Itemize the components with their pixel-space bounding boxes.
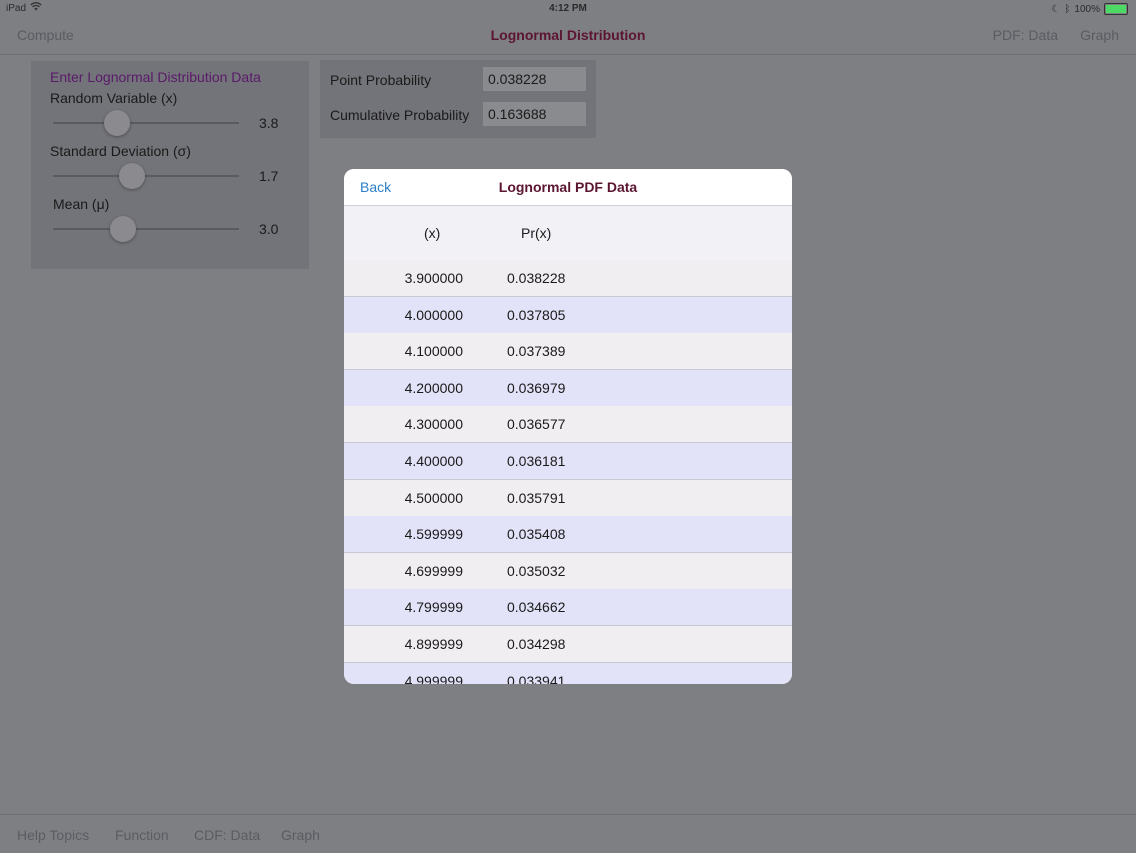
modal-title: Lognormal PDF Data <box>498 179 638 195</box>
cell-x: 4.999999 <box>404 672 463 684</box>
tab-help-topics[interactable]: Help Topics <box>17 827 89 843</box>
tab-function[interactable]: Function <box>115 827 169 843</box>
cell-probability: 0.037805 <box>507 306 566 323</box>
mean-label: Mean (μ) <box>53 196 110 212</box>
cell-x: 4.400000 <box>404 453 463 469</box>
cell-probability: 0.037389 <box>507 343 566 360</box>
standard-deviation-slider-thumb[interactable] <box>119 163 145 189</box>
cell-probability: 0.036577 <box>507 416 566 433</box>
cell-x: 3.900000 <box>404 270 463 286</box>
moon-icon: ☾ <box>1051 3 1061 15</box>
tab-graph[interactable]: Graph <box>281 827 320 843</box>
cell-x: 4.100000 <box>404 343 463 360</box>
cell-probability: 0.035408 <box>507 526 566 543</box>
table-row[interactable]: 3.900000 0.038228 <box>344 260 792 297</box>
page-title: Lognormal Distribution <box>490 27 646 43</box>
point-probability-field[interactable]: 0.038228 <box>483 67 586 91</box>
status-bar: iPad 4:12 PM ☾ ᛒ 100% <box>0 0 1136 18</box>
cumulative-probability-label: Cumulative Probability <box>330 107 470 123</box>
table-row[interactable]: 4.699999 0.035032 <box>344 552 792 590</box>
random-variable-value: 3.8 <box>259 115 279 131</box>
cell-x: 4.899999 <box>404 636 463 652</box>
table-row[interactable]: 4.400000 0.036181 <box>344 443 792 480</box>
bluetooth-icon: ᛒ <box>1064 3 1071 15</box>
status-time: 4:12 PM <box>549 3 587 14</box>
cell-probability: 0.036979 <box>507 379 566 396</box>
standard-deviation-value: 1.7 <box>259 168 279 184</box>
table-row[interactable]: 4.500000 0.035791 <box>344 479 792 517</box>
random-variable-slider-thumb[interactable] <box>104 110 130 136</box>
column-header-x: (x) <box>424 225 441 241</box>
cell-probability: 0.033941 <box>507 672 566 684</box>
cumulative-probability-field[interactable]: 0.163688 <box>483 102 586 126</box>
table-row[interactable]: 4.899999 0.034298 <box>344 626 792 663</box>
data-table[interactable]: 3.900000 0.038228 4.000000 0.037805 4.100000… <box>344 260 792 684</box>
table-row[interactable]: 4.300000 0.036577 <box>344 406 792 444</box>
random-variable-slider-track[interactable] <box>53 122 239 124</box>
table-row[interactable]: 4.799999 0.034662 <box>344 589 792 627</box>
battery-percent: 100% <box>1074 3 1100 15</box>
input-panel: Enter Lognormal Distribution Data Random… <box>31 61 309 269</box>
table-row[interactable]: 4.100000 0.037389 <box>344 333 792 371</box>
results-panel: Point Probability 0.038228 Cumulative Pr… <box>320 60 596 138</box>
cell-x: 4.599999 <box>404 526 463 543</box>
cell-x: 4.200000 <box>404 379 463 396</box>
standard-deviation-label: Standard Deviation (σ) <box>50 143 191 159</box>
random-variable-label: Random Variable (x) <box>50 90 178 106</box>
pdf-data-button[interactable]: PDF: Data <box>993 27 1058 43</box>
pdf-data-modal: Back Lognormal PDF Data (x) Pr(x) 3.9000… <box>344 169 792 684</box>
mean-slider-track[interactable] <box>53 228 239 230</box>
tab-bar: Help Topics Function CDF: Data Graph <box>0 814 1136 853</box>
table-header: (x) Pr(x) <box>344 206 792 260</box>
point-probability-label: Point Probability <box>330 72 432 88</box>
standard-deviation-slider-track[interactable] <box>53 175 239 177</box>
cell-x: 4.500000 <box>404 489 463 506</box>
cell-probability: 0.036181 <box>507 453 566 469</box>
cell-x: 4.000000 <box>404 306 463 323</box>
table-row[interactable]: 4.000000 0.037805 <box>344 296 792 334</box>
cell-x: 4.799999 <box>404 599 463 616</box>
cell-x: 4.699999 <box>404 562 463 579</box>
status-right: ☾ ᛒ 100% <box>1051 3 1128 15</box>
table-row[interactable]: 4.200000 0.036979 <box>344 369 792 407</box>
battery-icon <box>1104 3 1128 15</box>
input-panel-header: Enter Lognormal Distribution Data <box>50 69 261 85</box>
cell-x: 4.300000 <box>404 416 463 433</box>
modal-header: Back Lognormal PDF Data <box>344 169 792 206</box>
cell-probability: 0.038228 <box>507 270 566 286</box>
table-row[interactable]: 4.999999 0.033941 <box>344 662 792 684</box>
table-row[interactable]: 4.599999 0.035408 <box>344 516 792 554</box>
tab-cdf-data[interactable]: CDF: Data <box>194 827 260 843</box>
navigation-bar: Compute Lognormal Distribution PDF: Data… <box>0 18 1136 55</box>
cell-probability: 0.034298 <box>507 636 566 652</box>
mean-value: 3.0 <box>259 221 279 237</box>
mean-slider-thumb[interactable] <box>110 216 136 242</box>
cell-probability: 0.035032 <box>507 562 566 579</box>
cell-probability: 0.035791 <box>507 489 566 506</box>
graph-button[interactable]: Graph <box>1080 27 1119 43</box>
cell-probability: 0.034662 <box>507 599 566 616</box>
column-header-probability: Pr(x) <box>521 225 552 241</box>
